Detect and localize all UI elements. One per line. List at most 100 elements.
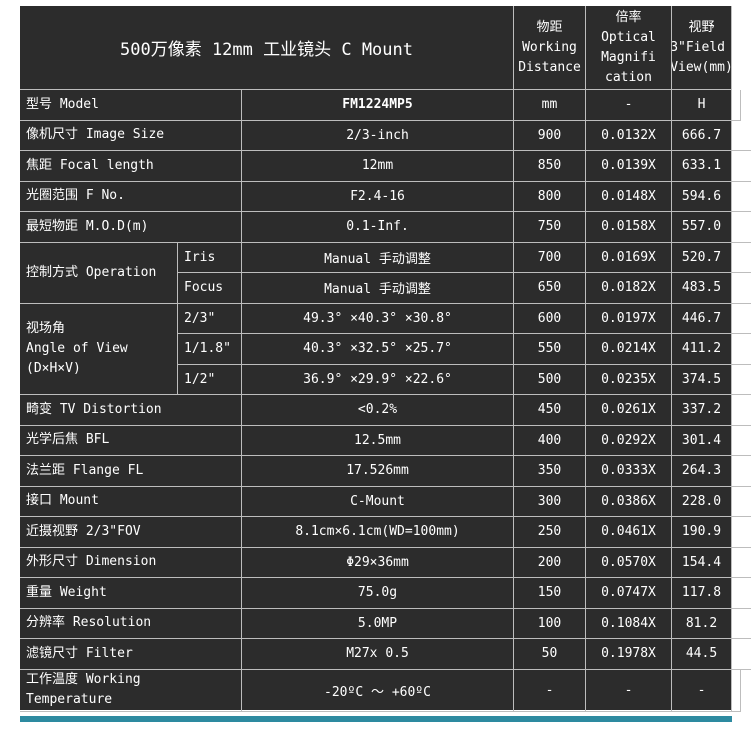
measure-cell: - bbox=[586, 669, 672, 713]
measure-cell: 0.0132X bbox=[586, 120, 672, 151]
spec-value: Manual 手动调整 bbox=[242, 242, 514, 273]
footer-bar bbox=[20, 716, 732, 722]
measure-cell: 117.8 bbox=[672, 578, 732, 609]
measure-cell: 450 bbox=[514, 395, 586, 426]
measure-cell: 252.9 bbox=[732, 395, 751, 426]
measure-cell: 0.0747X bbox=[586, 578, 672, 609]
measure-cell: 390.5 bbox=[732, 243, 751, 273]
measure-cell: 60.9 bbox=[732, 609, 751, 639]
spec-label: 最短物距 M.O.D(m) bbox=[20, 212, 242, 243]
measure-cell: 474.8 bbox=[732, 151, 751, 182]
measure-cell: 81.2 bbox=[672, 608, 732, 639]
measure-cell: 666.7 bbox=[672, 120, 732, 151]
measure-cell: 250 bbox=[514, 517, 586, 548]
measure-header-cell: - bbox=[586, 90, 672, 121]
measure-cell: 850 bbox=[514, 151, 586, 182]
spec-label: 近摄视野 2/3"FOV bbox=[20, 517, 242, 548]
spec-value: -20ºC ～ +60ºC bbox=[242, 669, 514, 713]
spec-label: 畸变 TV Distortion bbox=[20, 395, 242, 426]
measure-cell: 308.4 bbox=[732, 334, 751, 365]
spec-sub-label: 1/2" bbox=[178, 364, 242, 395]
measure-cell: 550 bbox=[514, 334, 586, 365]
measure-cell: 374.5 bbox=[672, 364, 732, 395]
measure-cell: - bbox=[514, 669, 586, 713]
spec-value: 49.3° ×40.3° ×30.8° bbox=[242, 303, 514, 334]
measure-cell: 0.0139X bbox=[586, 151, 672, 182]
spec-label: 视场角 Angle of View (D×H×V) bbox=[20, 303, 178, 395]
measure-cell: 0.0182X bbox=[586, 273, 672, 304]
measure-cell: 633.1 bbox=[672, 151, 732, 182]
header-magnification: 倍率 Optical Magnifi cation bbox=[586, 6, 672, 90]
measure-cell: 417.7 bbox=[732, 212, 751, 243]
spec-sub-label: 1/1.8" bbox=[178, 334, 242, 365]
measure-cell: 171.0 bbox=[732, 487, 751, 517]
spec-value: 0.1-Inf. bbox=[242, 212, 514, 243]
measure-cell: 100 bbox=[514, 608, 586, 639]
spec-value: 36.9° ×29.9° ×22.6° bbox=[242, 364, 514, 395]
measure-cell: 0.0235X bbox=[586, 364, 672, 395]
measure-cell: 301.4 bbox=[672, 425, 732, 456]
measure-cell: 0.0214X bbox=[586, 334, 672, 365]
measure-cell: 483.5 bbox=[672, 273, 732, 304]
measure-cell: 44.5 bbox=[672, 639, 732, 670]
measure-header-cell: H bbox=[672, 90, 732, 121]
measure-cell: 198.2 bbox=[732, 456, 751, 487]
spec-value: 8.1cm×6.1cm(WD=100mm) bbox=[242, 517, 514, 548]
spec-value: FM1224MP5 bbox=[242, 90, 514, 121]
measure-cell: 228.0 bbox=[672, 486, 732, 517]
measure-cell: 0.0461X bbox=[586, 517, 672, 548]
measure-cell: 50 bbox=[514, 639, 586, 670]
measure-cell: 33.4 bbox=[732, 639, 751, 670]
measure-cell: 190.9 bbox=[672, 517, 732, 548]
spec-value: 40.3° ×32.5° ×25.7° bbox=[242, 334, 514, 365]
spec-value: 17.526mm bbox=[242, 456, 514, 487]
header-working-distance: 物距 Working Distance bbox=[514, 6, 586, 90]
measure-cell: 411.2 bbox=[672, 334, 732, 365]
spec-value: 5.0MP bbox=[242, 608, 514, 639]
spec-label: 滤镜尺寸 Filter bbox=[20, 639, 242, 670]
measure-cell: 0.0570X bbox=[586, 547, 672, 578]
measure-cell: 500.0 bbox=[732, 121, 751, 151]
measure-cell: 557.0 bbox=[672, 212, 732, 243]
measure-cell: 264.3 bbox=[672, 456, 732, 487]
measure-header-cell: V bbox=[732, 90, 741, 121]
measure-header-cell: mm bbox=[514, 90, 586, 121]
measure-cell: 520.7 bbox=[672, 242, 732, 273]
spec-table: 500万像素 12mm 工业镜头 C Mount 物距 Working Dista… bbox=[20, 6, 751, 713]
spec-label: 像机尺寸 Image Size bbox=[20, 120, 242, 151]
spec-label: 重量 Weight bbox=[20, 578, 242, 609]
measure-cell: 0.0158X bbox=[586, 212, 672, 243]
spec-value: Φ29×36mm bbox=[242, 547, 514, 578]
measure-cell: 0.0292X bbox=[586, 425, 672, 456]
spec-value: M27x 0.5 bbox=[242, 639, 514, 670]
measure-cell: 800 bbox=[514, 181, 586, 212]
spec-sub-label: Focus bbox=[178, 273, 242, 304]
measure-cell: 0.1978X bbox=[586, 639, 672, 670]
spec-label: 控制方式 Operation bbox=[20, 242, 178, 304]
measure-cell: 154.4 bbox=[672, 547, 732, 578]
spec-value: C-Mount bbox=[242, 486, 514, 517]
spec-label: 工作温度 Working Temperature bbox=[20, 669, 242, 713]
measure-cell: 594.6 bbox=[672, 181, 732, 212]
measure-cell: 226.0 bbox=[732, 426, 751, 456]
measure-cell: 0.1084X bbox=[586, 608, 672, 639]
spec-label: 焦距 Focal length bbox=[20, 151, 242, 182]
spec-value: 12.5mm bbox=[242, 425, 514, 456]
measure-cell: 115.8 bbox=[732, 548, 751, 578]
spec-sub-label: Iris bbox=[178, 242, 242, 273]
spec-sub-label: 2/3" bbox=[178, 303, 242, 334]
measure-cell: 600 bbox=[514, 303, 586, 334]
spec-label: 型号 Model bbox=[20, 90, 242, 121]
measure-cell: 0.0333X bbox=[586, 456, 672, 487]
measure-cell: 900 bbox=[514, 120, 586, 151]
spec-label: 接口 Mount bbox=[20, 486, 242, 517]
spec-label: 光圈范围 F No. bbox=[20, 181, 242, 212]
measure-cell: 335.0 bbox=[732, 304, 751, 334]
measure-cell: 350 bbox=[514, 456, 586, 487]
measure-cell: 0.0386X bbox=[586, 486, 672, 517]
measure-cell: 445.9 bbox=[732, 182, 751, 212]
measure-cell: 300 bbox=[514, 486, 586, 517]
spec-value: <0.2% bbox=[242, 395, 514, 426]
measure-cell: 0.0169X bbox=[586, 242, 672, 273]
measure-cell: 446.7 bbox=[672, 303, 732, 334]
